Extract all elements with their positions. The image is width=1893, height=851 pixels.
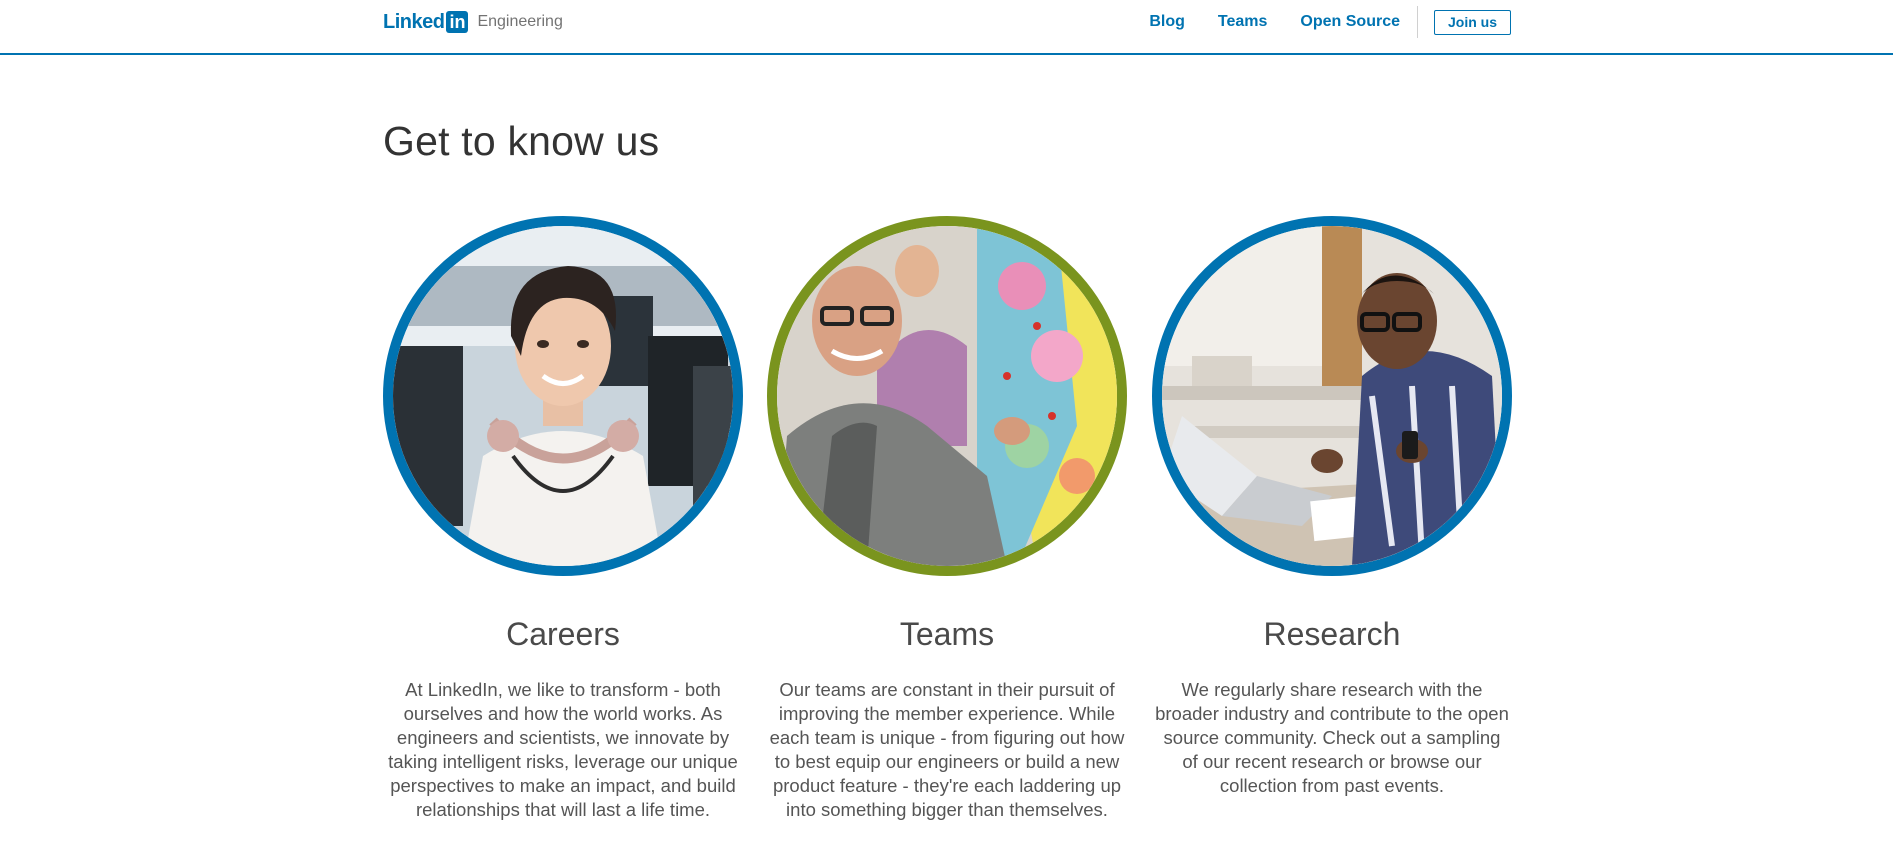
header-inner: Linked in Engineering Blog Teams Open So… [383, 0, 1511, 44]
teams-photo-image [777, 226, 1117, 566]
nav-link-teams[interactable]: Teams [1218, 13, 1268, 31]
logo-wordmark: Linked [383, 11, 445, 33]
nav-link-blog[interactable]: Blog [1149, 13, 1185, 31]
teams-card: Teams Our teams are constant in their pu… [767, 216, 1127, 822]
teams-description: Our teams are constant in their pursuit … [769, 679, 1125, 820]
nav-divider [1416, 6, 1418, 38]
careers-title[interactable]: Careers [383, 616, 743, 653]
careers-photo-image [393, 226, 733, 566]
nav-link-open-source[interactable]: Open Source [1300, 13, 1400, 31]
logo-in-badge: in [446, 11, 469, 33]
teams-title[interactable]: Teams [767, 616, 1127, 653]
brand[interactable]: Linked in Engineering [383, 10, 563, 34]
page-title: Get to know us [383, 118, 660, 164]
main-nav: Blog Teams Open Source Join us [1149, 0, 1511, 44]
teams-photo[interactable] [767, 216, 1127, 576]
research-title[interactable]: Research [1152, 616, 1512, 653]
research-photo[interactable] [1152, 216, 1512, 576]
careers-photo[interactable] [383, 216, 743, 576]
research-photo-image [1162, 226, 1502, 566]
research-description: We regularly share research with the bro… [1155, 679, 1509, 796]
linkedin-logo[interactable]: Linked in [383, 11, 469, 33]
careers-card: Careers At LinkedIn, we like to transfor… [383, 216, 743, 822]
brand-subtitle: Engineering [477, 13, 563, 30]
join-us-button[interactable]: Join us [1433, 9, 1511, 35]
site-header: Linked in Engineering Blog Teams Open So… [0, 0, 1893, 55]
careers-description: At LinkedIn, we like to transform - both… [388, 679, 738, 820]
research-card: Research We regularly share research wit… [1152, 216, 1512, 798]
